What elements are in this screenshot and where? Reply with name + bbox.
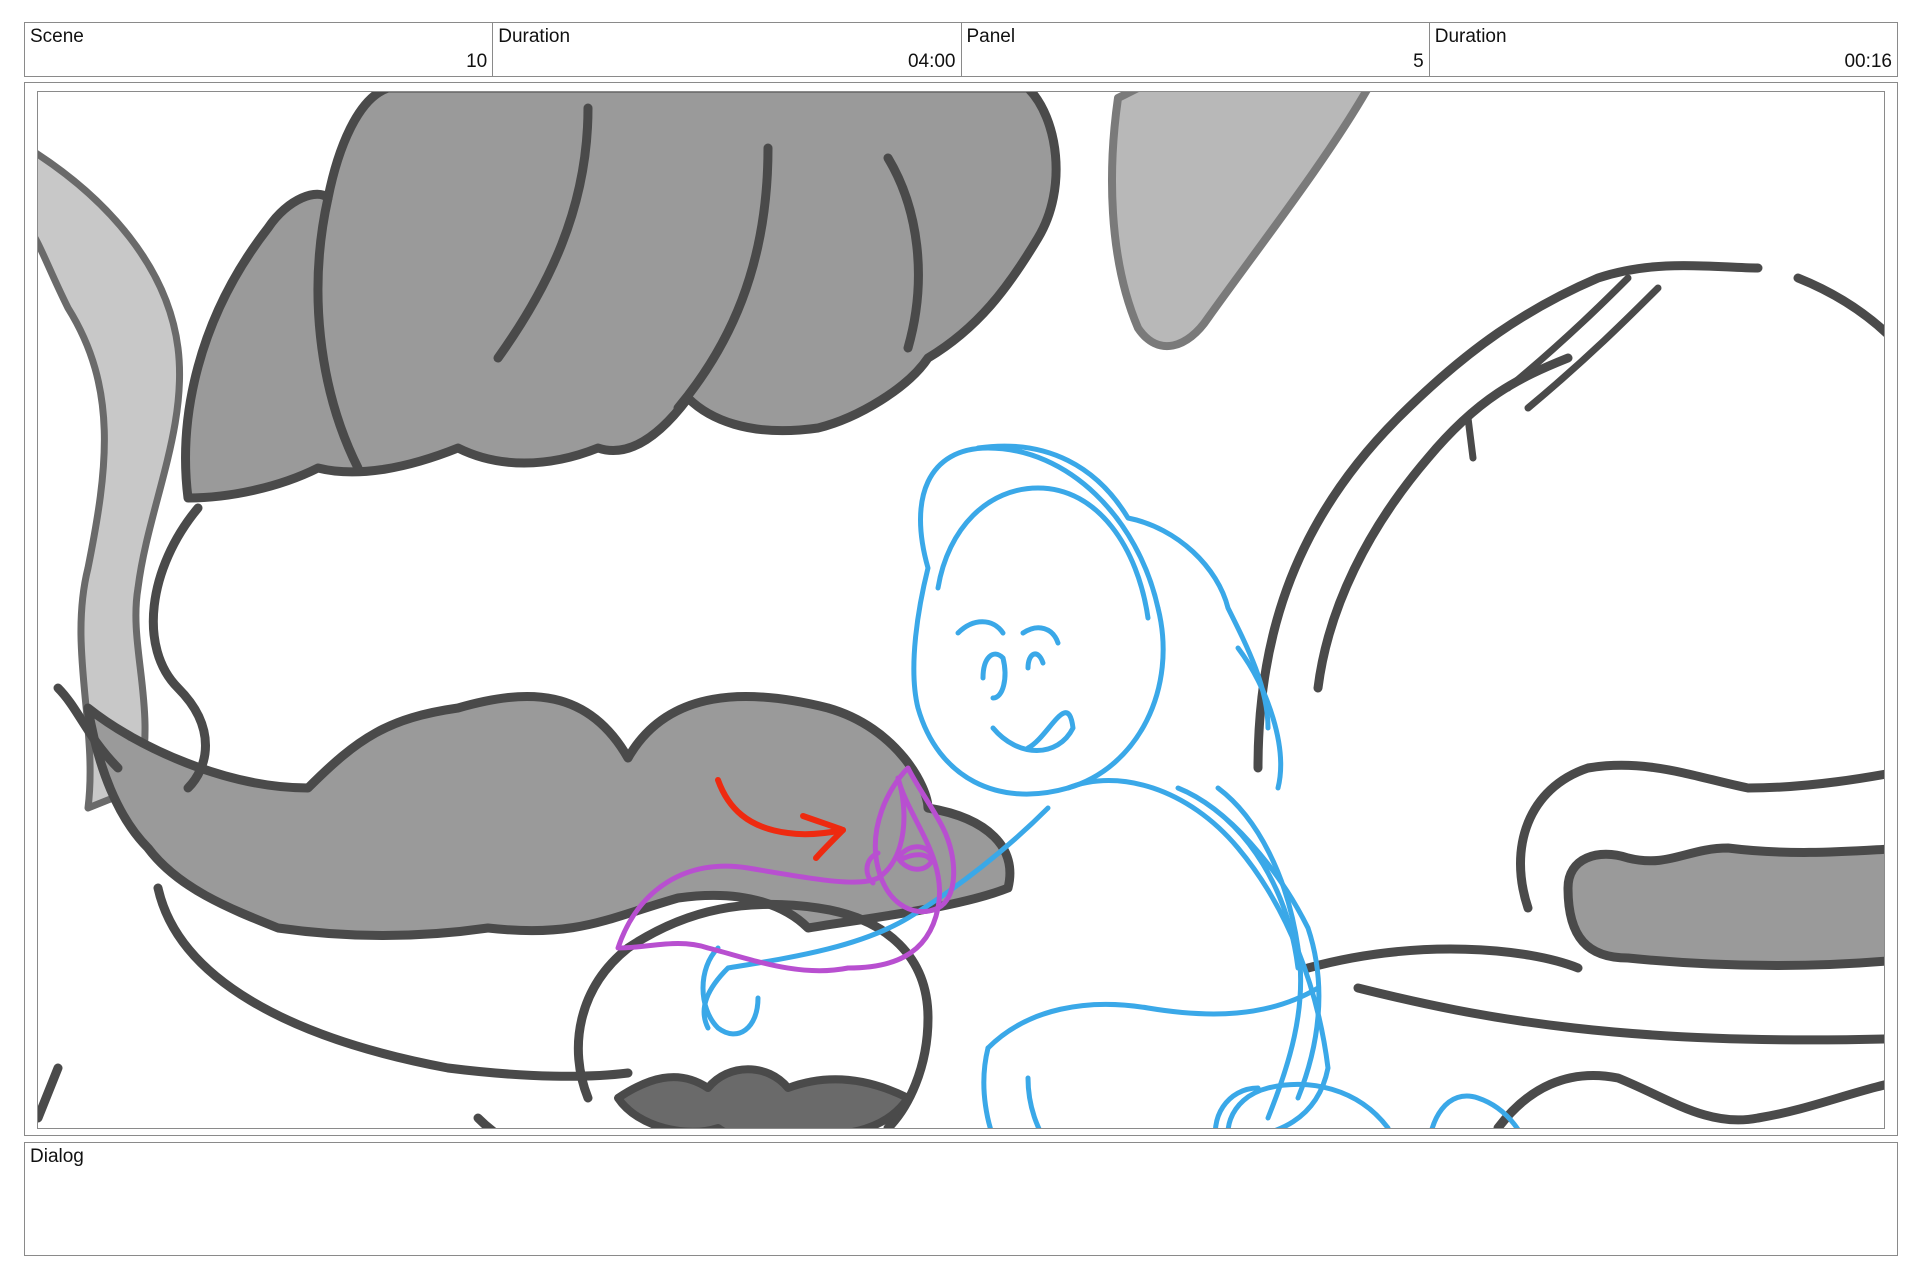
character-eye-right [1025, 651, 1046, 671]
right-bottom-wave [1493, 1070, 1884, 1128]
character-eye-left [980, 651, 1008, 701]
scene-duration-label: Duration [498, 26, 571, 47]
panel-frame [24, 82, 1898, 1136]
right-long-horizontal [1353, 983, 1884, 1045]
character-mouth [990, 710, 1076, 753]
sketch-canvas[interactable] [37, 91, 1885, 1129]
scene-label: Scene [30, 26, 84, 47]
mouth-outline-left [148, 503, 210, 793]
panel-label: Panel [966, 26, 1016, 47]
panel-cell: Panel 5 [962, 23, 1430, 76]
dialog-label: Dialog [30, 1146, 84, 1167]
character-head-2 [935, 485, 1151, 621]
right-mid-line [1303, 944, 1583, 973]
right-top-curve [1793, 273, 1884, 337]
right-arch-outer [1253, 261, 1763, 773]
right-small-tick [1464, 414, 1477, 462]
far-left-tick [38, 1063, 63, 1123]
storyboard-page: Scene 10 Duration 04:00 Panel 5 Duration… [0, 0, 1920, 1280]
panel-duration-cell: Duration 00:16 [1430, 23, 1897, 76]
storyboard-sketch [38, 92, 1884, 1128]
panel-value[interactable]: 5 [1413, 51, 1424, 73]
character-legs [981, 1045, 1261, 1128]
panel-duration-label: Duration [1434, 26, 1507, 47]
lower-grey-mass [83, 692, 1015, 940]
character-brow [955, 619, 1061, 646]
mustache-shape [614, 1065, 912, 1128]
right-diagonal-lines [1504, 274, 1662, 412]
character-body [1065, 778, 1331, 1128]
scene-cell: Scene 10 [25, 23, 494, 76]
dialog-box[interactable]: Dialog [24, 1142, 1898, 1256]
top-right-grey-shape [1108, 92, 1371, 350]
right-grey-cushion [1563, 843, 1884, 970]
left-background-shape [38, 150, 184, 812]
scene-duration-value[interactable]: 04:00 [908, 51, 956, 73]
character-lap [985, 985, 1321, 1051]
scene-value[interactable]: 10 [466, 51, 487, 73]
panel-duration-value[interactable]: 00:16 [1844, 51, 1892, 73]
scene-duration-cell: Duration 04:00 [493, 23, 962, 76]
bottom-left-diagonal [473, 1113, 497, 1128]
storyboard-header: Scene 10 Duration 04:00 Panel 5 Duration… [24, 22, 1898, 77]
